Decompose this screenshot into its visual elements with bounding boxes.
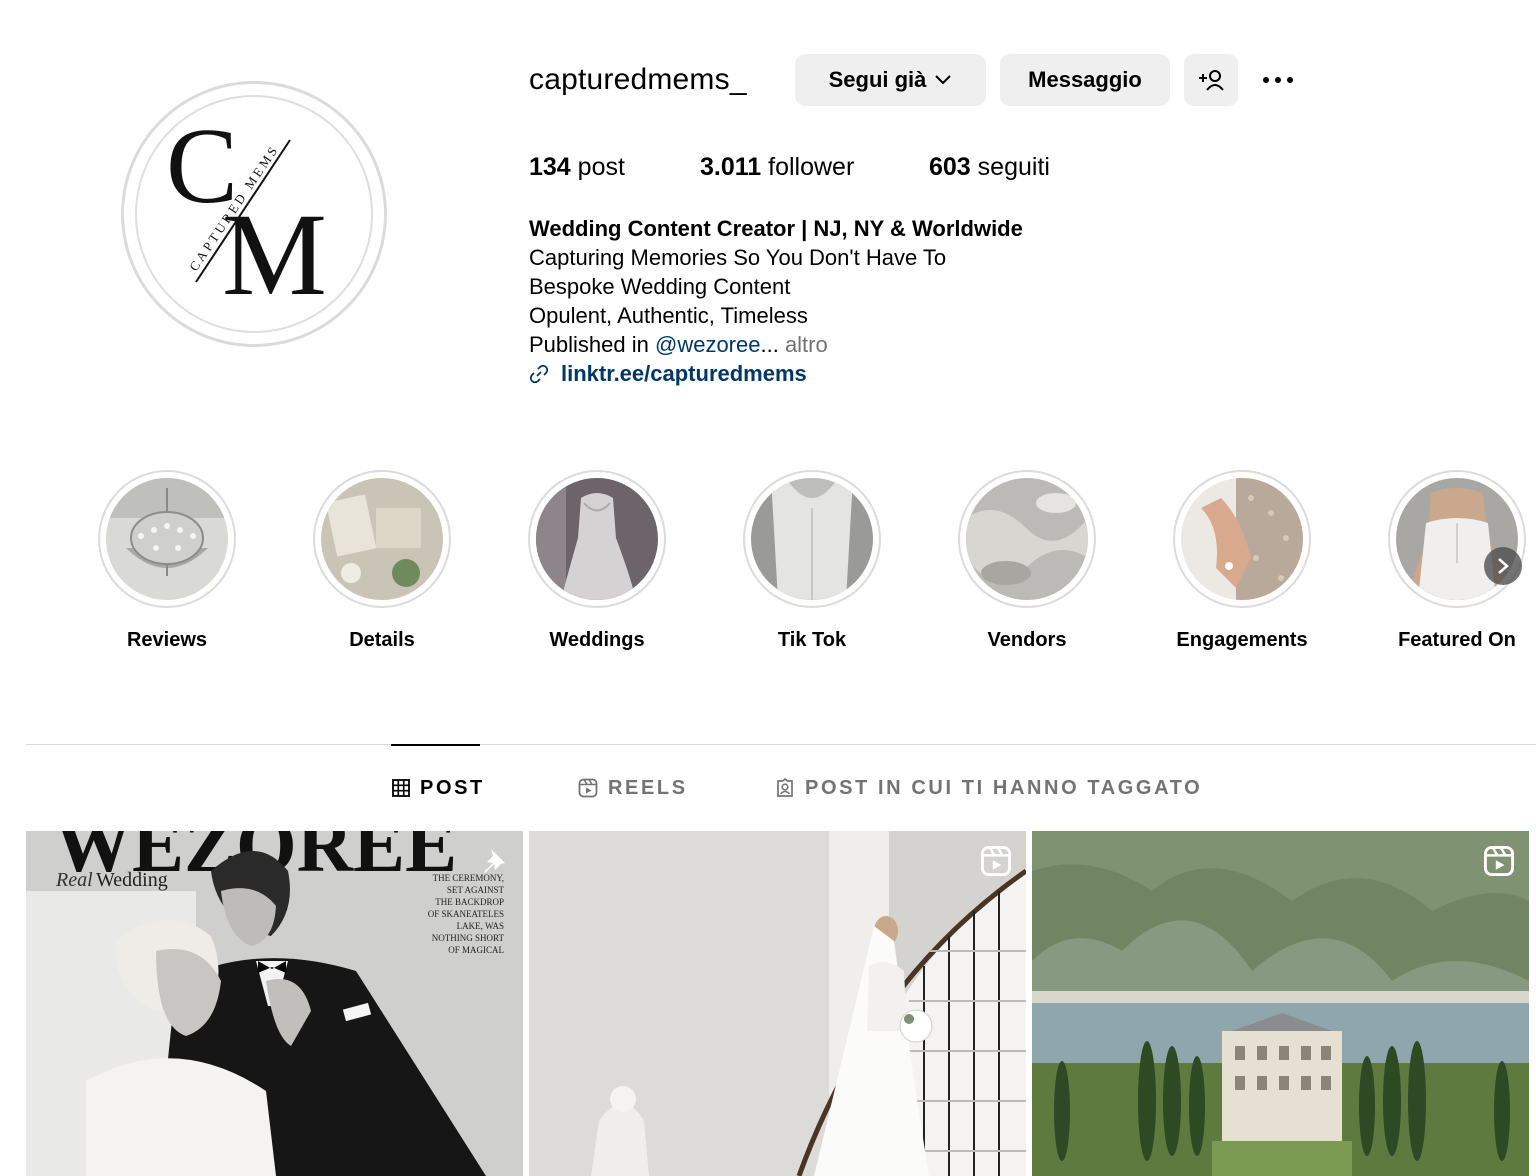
bio-link-text[interactable]: linktr.ee/capturedmems	[561, 361, 807, 387]
reels-icon	[578, 778, 598, 798]
magazine-caption-line: OF MAGICAL	[448, 945, 504, 955]
bio-line: Bespoke Wedding Content	[529, 274, 791, 299]
bio-name: Wedding Content Creator | NJ, NY & World…	[529, 216, 1023, 241]
suggested-accounts-button[interactable]	[1184, 54, 1238, 106]
bride-dress-image	[536, 478, 658, 600]
post-tile[interactable]	[1032, 831, 1529, 1176]
tab-label: POST	[420, 776, 485, 799]
reels-icon	[980, 845, 1012, 877]
post-tile[interactable]	[529, 831, 1026, 1176]
tabs-divider	[26, 744, 1536, 745]
tab-label: REELS	[608, 776, 688, 799]
more-bio-link[interactable]: altro	[785, 332, 828, 357]
bio-line: Published in @wezoree... altro	[529, 332, 828, 357]
magazine-sub: Wedding	[96, 869, 168, 891]
reels-icon	[1483, 845, 1515, 877]
following-button[interactable]: Segui già	[795, 54, 986, 106]
chevron-right-icon	[1498, 558, 1509, 574]
captured-mems-logo: C M CAPTURED MEMS	[135, 95, 373, 333]
highlight-weddings[interactable]	[528, 470, 666, 608]
following-button-label: Segui già	[828, 67, 927, 92]
mention-link[interactable]: @wezoree	[655, 332, 761, 357]
highlight-label: Vendors	[987, 629, 1067, 651]
highlights-next-button[interactable]	[1484, 547, 1522, 585]
magazine-cover-image: WEZOREE Real Wedding THE CEREMONY, SET A…	[26, 831, 523, 1176]
magazine-caption-line: SET AGAINST	[447, 885, 505, 895]
magazine-caption-line: OF SKANEATELES	[428, 909, 504, 919]
pin-icon	[484, 849, 505, 873]
vendors-image	[966, 478, 1088, 600]
grid-icon	[392, 779, 410, 797]
active-tab-indicator	[391, 744, 480, 746]
followers-count[interactable]: 3.011 follower	[700, 151, 854, 183]
highlight-label: Weddings	[549, 629, 645, 651]
magazine-caption-line: THE CEREMONY,	[433, 873, 504, 883]
link-icon	[529, 364, 549, 384]
highlight-label: Featured On	[1398, 629, 1516, 651]
highlight-label: Details	[349, 629, 415, 651]
following-count[interactable]: 603 seguiti	[929, 151, 1050, 183]
lake-villa-image	[1032, 831, 1529, 1176]
bio-line: Opulent, Authentic, Timeless	[529, 303, 808, 328]
post-tile[interactable]: WEZOREE Real Wedding THE CEREMONY, SET A…	[26, 831, 523, 1176]
bride-staircase-image	[529, 831, 1026, 1176]
profile-username: capturedmems_	[529, 63, 747, 96]
highlight-label: Reviews	[126, 629, 208, 651]
highlight-featured-on[interactable]	[1388, 470, 1526, 608]
posts-count: 134 post	[529, 153, 625, 181]
more-options-icon[interactable]	[1254, 62, 1302, 98]
bio-link[interactable]: linktr.ee/capturedmems	[529, 361, 807, 387]
ring-hand-image	[1181, 478, 1303, 600]
magazine-caption-line: NOTHING SHORT	[432, 933, 505, 943]
highlight-reviews[interactable]	[98, 470, 236, 608]
tab-tagged[interactable]: POST IN CUI TI HANNO TAGGATO	[775, 775, 1202, 801]
highlight-label: Engagements	[1176, 629, 1308, 651]
chandelier-image	[106, 478, 228, 600]
magazine-caption-line: THE BACKDROP	[435, 897, 504, 907]
highlight-engagements[interactable]	[1173, 470, 1311, 608]
bio-line: Capturing Memories So You Don't Have To	[529, 245, 947, 270]
highlight-tik-tok[interactable]	[743, 470, 881, 608]
corset-back-image	[751, 478, 873, 600]
tagged-icon	[777, 778, 793, 797]
highlight-details[interactable]	[313, 470, 451, 608]
tab-reels[interactable]: REELS	[578, 775, 688, 801]
message-button[interactable]: Messaggio	[1000, 54, 1170, 106]
tab-post[interactable]: POST	[392, 775, 485, 801]
chevron-down-icon	[935, 75, 952, 85]
add-person-icon	[1199, 70, 1224, 91]
magazine-caption-line: LAKE, WAS	[457, 921, 504, 931]
details-flatlay-image	[321, 478, 443, 600]
highlight-vendors[interactable]	[958, 470, 1096, 608]
tab-label: POST IN CUI TI HANNO TAGGATO	[805, 776, 1203, 799]
profile-avatar[interactable]: C M CAPTURED MEMS	[121, 81, 387, 347]
magazine-script: Real	[55, 869, 93, 891]
highlight-label: Tik Tok	[777, 629, 847, 651]
